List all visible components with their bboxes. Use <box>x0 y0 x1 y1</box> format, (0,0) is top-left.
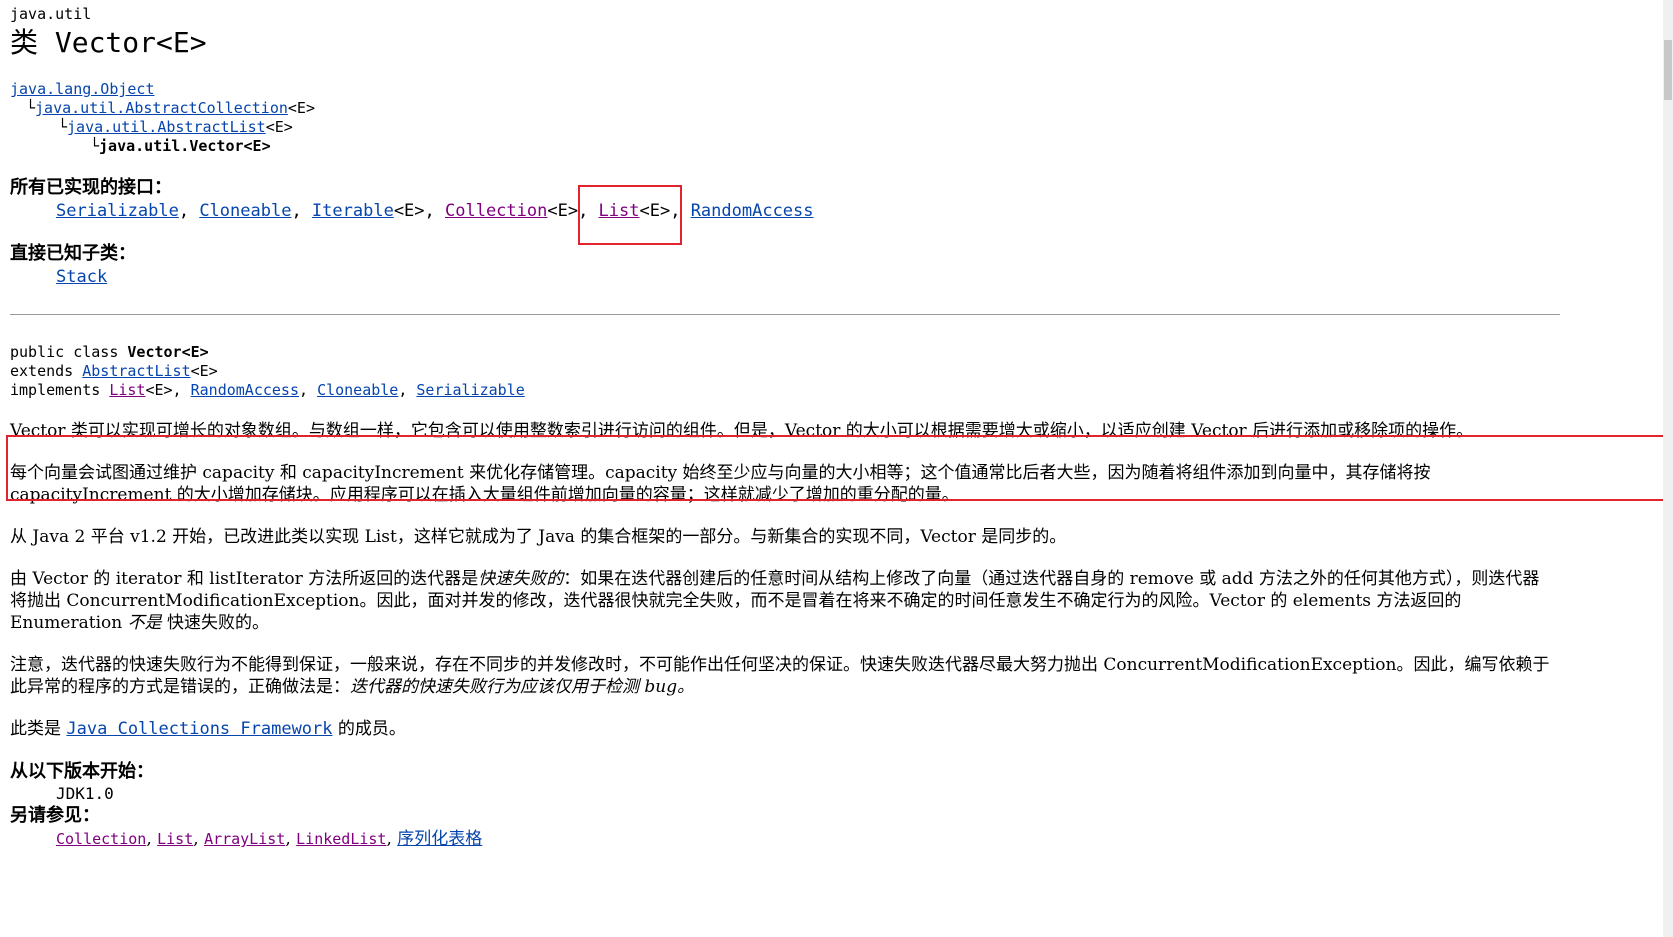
decl-keyword: implements <box>10 381 110 399</box>
tree-line-2: └java.util.AbstractCollection<E> <box>10 99 1650 118</box>
link-list-see[interactable]: List <box>157 830 193 848</box>
subclasses-list: Stack <box>56 266 1650 288</box>
decl-class-name: Vector<E> <box>127 343 209 361</box>
scrollbar-thumb[interactable] <box>1664 40 1672 100</box>
separator: <E>, <box>393 201 445 221</box>
generic-suffix: <E> <box>287 99 315 117</box>
current-class: java.util.Vector<E> <box>99 137 271 155</box>
separator: , <box>299 381 318 399</box>
decl-keyword: extends <box>10 362 83 380</box>
decl-line-1: public class Vector<E> <box>10 343 1650 362</box>
decl-keyword: public class <box>10 343 128 361</box>
link-iterable[interactable]: Iterable <box>312 201 394 221</box>
link-serializable[interactable]: Serializable <box>56 201 179 221</box>
see-also-heading: 另请参见： <box>10 805 100 826</box>
package-name: java.util <box>10 5 92 23</box>
description-paragraph-5: 注意，迭代器的快速失败行为不能得到保证，一般来说，存在不同步的并发修改时，不可能… <box>10 654 1550 698</box>
link-collection[interactable]: Collection <box>445 201 547 221</box>
link-serializable-decl[interactable]: Serializable <box>416 381 524 399</box>
p4-emphasis-1: 快速失败的 <box>478 569 564 589</box>
link-cloneable-decl[interactable]: Cloneable <box>317 381 398 399</box>
javadoc-page: java.util 类 Vector<E> java.lang.Object └… <box>10 4 1650 850</box>
description-paragraph-6: 此类是 Java Collections Framework 的成员。 <box>10 718 1550 740</box>
p4-text-c: 快速失败的。 <box>161 613 270 633</box>
generic-suffix: <E> <box>190 362 218 380</box>
link-arraylist-see[interactable]: ArrayList <box>204 830 285 848</box>
link-collections-framework[interactable]: Java Collections Framework <box>66 719 332 739</box>
link-linkedlist-see[interactable]: LinkedList <box>296 830 386 848</box>
subclasses-heading: 直接已知子类： <box>10 243 136 264</box>
link-abstract-list[interactable]: java.util.AbstractList <box>67 118 266 136</box>
separator: , <box>193 829 205 849</box>
link-cloneable[interactable]: Cloneable <box>199 201 291 221</box>
separator: , <box>291 201 312 221</box>
interfaces-list: Serializable, Cloneable, Iterable<E>, Co… <box>56 200 1650 222</box>
p5-text-a: 注意，迭代器的快速失败行为不能得到保证，一般来说，存在不同步的并发修改时，不可能… <box>10 655 1550 697</box>
p4-text-a: 由 Vector 的 iterator 和 listIterator 方法所返回… <box>10 569 479 589</box>
separator: , <box>285 829 297 849</box>
interfaces-heading: 所有已实现的接口： <box>10 177 172 198</box>
decl-line-3: implements List<E>, RandomAccess, Clonea… <box>10 381 1650 400</box>
decl-line-2: extends AbstractList<E> <box>10 362 1650 381</box>
tree-line-3: └java.util.AbstractList<E> <box>10 118 1650 137</box>
vertical-scrollbar[interactable] <box>1663 0 1673 937</box>
inheritance-tree: java.lang.Object └java.util.AbstractColl… <box>10 80 1650 156</box>
since-value: JDK1.0 <box>56 784 114 803</box>
link-serialized-form[interactable]: 序列化表格 <box>397 829 482 849</box>
link-stack[interactable]: Stack <box>56 267 107 287</box>
separator: , <box>146 829 158 849</box>
tree-line-4: └java.util.Vector<E> <box>10 137 1650 156</box>
since-heading: 从以下版本开始： <box>10 761 154 782</box>
highlight-box-list-interface <box>578 185 682 245</box>
p4-emphasis-2: 不是 <box>127 613 162 633</box>
description-paragraph-4: 由 Vector 的 iterator 和 listIterator 方法所返回… <box>10 568 1550 634</box>
highlight-box-description <box>6 435 1666 501</box>
class-title: 类 Vector<E> <box>10 26 207 59</box>
link-java-lang-object[interactable]: java.lang.Object <box>10 80 155 98</box>
p6-text-a: 此类是 <box>10 719 67 739</box>
link-random-access[interactable]: RandomAccess <box>691 201 814 221</box>
separator: , <box>398 381 417 399</box>
divider <box>10 314 1560 315</box>
description-paragraph-3: 从 Java 2 平台 v1.2 开始，已改进此类以实现 List，这样它就成为… <box>10 527 1067 547</box>
tree-branch-glyph: └ <box>26 99 36 117</box>
tree-branch-glyph: └ <box>58 118 68 136</box>
link-collection-see[interactable]: Collection <box>56 830 146 848</box>
tree-line-1: java.lang.Object <box>10 80 1650 99</box>
p6-text-b: 的成员。 <box>332 719 406 739</box>
class-declaration: public class Vector<E> extends AbstractL… <box>10 343 1650 400</box>
p5-emphasis: 迭代器的快速失败行为应该仅用于检测 bug。 <box>350 677 695 697</box>
separator: , <box>386 829 398 849</box>
tree-branch-glyph: └ <box>90 137 100 155</box>
see-also-list: Collection, List, ArrayList, LinkedList,… <box>56 828 1650 850</box>
link-abstract-list-decl[interactable]: AbstractList <box>82 362 190 380</box>
separator: , <box>178 201 200 221</box>
link-abstract-collection[interactable]: java.util.AbstractCollection <box>35 99 288 117</box>
separator: <E>, <box>145 381 191 399</box>
link-list-decl[interactable]: List <box>109 381 145 399</box>
link-random-access-decl[interactable]: RandomAccess <box>191 381 299 399</box>
generic-suffix: <E> <box>265 118 293 136</box>
